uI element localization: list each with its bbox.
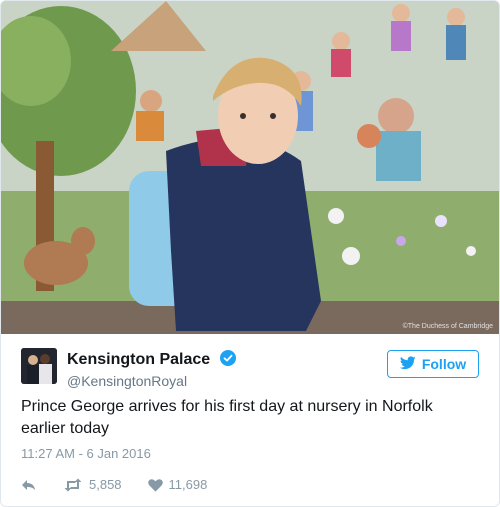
tweet-actions: 5,858 11,698: [21, 477, 479, 492]
tweet-card: ©The Duchess of Cambridge Kensington Pal…: [0, 0, 500, 507]
retweet-icon: [63, 478, 83, 492]
like-count: 11,698: [168, 477, 208, 492]
reply-button[interactable]: [21, 478, 37, 492]
verified-badge-icon: [219, 350, 236, 371]
follow-label: Follow: [421, 356, 467, 372]
tweet-header: Kensington Palace @KensingtonRoyal Follo…: [21, 348, 479, 404]
display-name[interactable]: Kensington Palace: [67, 351, 210, 368]
mural-photo-image: [1, 1, 499, 334]
retweet-count: 5,858: [89, 477, 122, 492]
follow-button[interactable]: Follow: [387, 350, 479, 378]
like-button[interactable]: 11,698: [147, 477, 208, 492]
tweet-photo[interactable]: ©The Duchess of Cambridge: [1, 1, 499, 334]
twitter-bird-icon: [399, 355, 416, 373]
reply-icon: [21, 478, 37, 492]
tweet-timestamp[interactable]: 11:27 AM - 6 Jan 2016: [21, 446, 479, 461]
tweet-body: Kensington Palace @KensingtonRoyal Follo…: [1, 348, 499, 492]
account-names: Kensington Palace @KensingtonRoyal: [67, 350, 236, 389]
heart-icon: [147, 478, 163, 492]
avatar-image: [21, 348, 57, 384]
photo-credit: ©The Duchess of Cambridge: [402, 323, 493, 330]
avatar[interactable]: [21, 348, 57, 384]
account-handle[interactable]: @KensingtonRoyal: [67, 373, 236, 389]
retweet-button[interactable]: 5,858: [63, 477, 122, 492]
